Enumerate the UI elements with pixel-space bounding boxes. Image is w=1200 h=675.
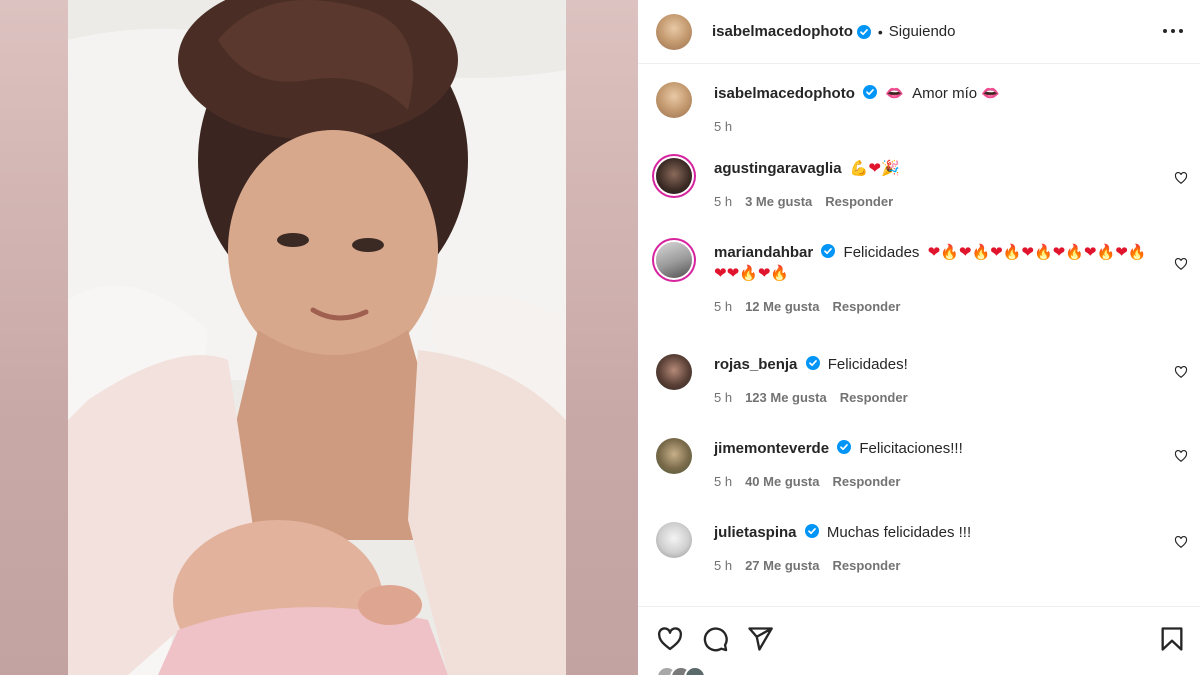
liked-by-avatars[interactable]: [656, 666, 706, 675]
comment-time: 5 h: [714, 558, 733, 573]
post-photo[interactable]: [68, 0, 566, 675]
comment-like-heart-icon[interactable]: [1174, 535, 1188, 549]
author-avatar[interactable]: [656, 13, 692, 50]
following-button[interactable]: Siguiendo: [889, 23, 956, 40]
comment-likes[interactable]: 40 Me gusta: [745, 474, 819, 489]
comment-icon[interactable]: [701, 625, 729, 653]
comment-like-heart-icon[interactable]: [1174, 257, 1188, 271]
comment-time: 5 h: [714, 194, 733, 209]
reply-button[interactable]: Responder: [833, 474, 901, 489]
reply-button[interactable]: Responder: [840, 390, 908, 405]
red-heart-emoji-icon: ❤: [868, 159, 881, 177]
comment-like-heart-icon[interactable]: [1174, 449, 1188, 463]
comment-like-heart-icon[interactable]: [1174, 171, 1188, 185]
comments-list: isabelmacedophoto 👄 Amor mío 👄 5 h agust…: [638, 64, 1200, 614]
post-sidebar: isabelmacedophoto • Siguiendo isabelmace…: [638, 0, 1200, 675]
verified-badge-icon: [804, 524, 819, 538]
reply-button[interactable]: Responder: [833, 299, 901, 314]
commenter-avatar[interactable]: [656, 242, 692, 278]
comment-likes[interactable]: 12 Me gusta: [745, 299, 819, 314]
commenter-avatar[interactable]: [656, 158, 692, 194]
comment-time: 5 h: [714, 474, 733, 489]
comment-text: Felicidades!: [827, 356, 908, 373]
comment-text: Felicidades: [843, 244, 920, 261]
send-icon[interactable]: [746, 625, 774, 653]
post-action-bar: [638, 606, 1200, 666]
author-username[interactable]: isabelmacedophoto: [712, 23, 853, 40]
comment-like-heart-icon[interactable]: [1174, 365, 1188, 379]
caption-time: 5 h: [714, 119, 733, 134]
post-photo-illustration: [68, 0, 566, 675]
commenter-avatar[interactable]: [656, 354, 692, 390]
party-popper-emoji-icon: 🎉: [880, 159, 900, 177]
caption-avatar[interactable]: [656, 82, 692, 118]
flexed-biceps-emoji-icon: 💪: [849, 159, 869, 177]
caption-username[interactable]: isabelmacedophoto: [714, 85, 855, 102]
verified-badge-icon: [821, 244, 836, 258]
verified-badge-icon: [863, 85, 878, 99]
comment-likes[interactable]: 27 Me gusta: [745, 558, 819, 573]
media-backdrop: [0, 0, 638, 675]
lips-emoji-icon: 👄: [981, 84, 1000, 102]
caption-text: Amor mío: [912, 85, 978, 102]
comment-likes[interactable]: 123 Me gusta: [745, 390, 827, 405]
verified-badge-icon: [837, 440, 852, 454]
commenter-username[interactable]: rojas_benja: [714, 356, 797, 373]
reply-button[interactable]: Responder: [825, 194, 893, 209]
comment-text: Muchas felicidades !!!: [826, 524, 972, 541]
comment-time: 5 h: [714, 390, 733, 405]
commenter-username[interactable]: mariandahbar: [714, 244, 813, 261]
liker-avatar: [684, 666, 706, 675]
comment-text: Felicitaciones!!!: [859, 440, 963, 457]
verified-badge-icon: [805, 356, 820, 370]
comment-likes[interactable]: 3 Me gusta: [745, 194, 812, 209]
more-options-icon[interactable]: [1162, 20, 1184, 42]
verified-badge-icon: [856, 24, 871, 39]
reply-button[interactable]: Responder: [833, 558, 901, 573]
lips-emoji-icon: 👄: [885, 84, 904, 102]
comment-time: 5 h: [714, 299, 733, 314]
commenter-avatar[interactable]: [656, 438, 692, 474]
post-header: isabelmacedophoto • Siguiendo: [638, 0, 1200, 64]
commenter-username[interactable]: julietaspina: [714, 524, 797, 541]
commenter-avatar[interactable]: [656, 522, 692, 558]
commenter-username[interactable]: jimemonteverde: [714, 440, 829, 457]
commenter-username[interactable]: agustingaravaglia: [714, 160, 842, 177]
heart-icon[interactable]: [656, 625, 684, 653]
bookmark-icon[interactable]: [1158, 625, 1186, 653]
header-separator: •: [877, 23, 883, 40]
